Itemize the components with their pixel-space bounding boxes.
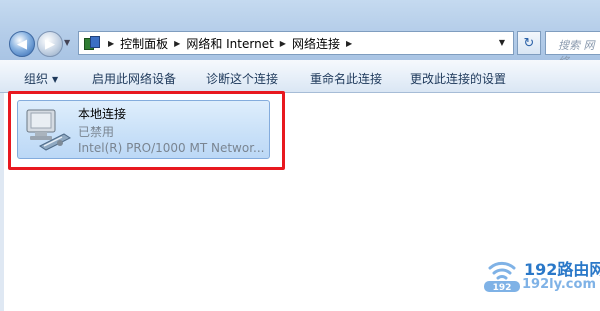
back-button[interactable]: ◀ [9, 31, 35, 57]
breadcrumb-control-panel[interactable]: 控制面板 [120, 35, 168, 52]
breadcrumb-separator-icon[interactable]: ▶ [174, 39, 180, 48]
search-input[interactable]: 搜索 网络 [545, 31, 600, 68]
breadcrumb-separator-icon[interactable]: ▶ [346, 39, 352, 48]
watermark-badge-text: 192 [493, 283, 512, 293]
refresh-icon: ↻ [523, 35, 535, 51]
recent-pages-dropdown-icon[interactable]: ▼ [64, 38, 70, 47]
enable-device-button[interactable]: 启用此网络设备 [92, 70, 176, 87]
control-panel-icon [84, 36, 100, 50]
navigation-pane-edge [0, 93, 4, 311]
address-bar[interactable]: ▶ 控制面板 ▶ 网络和 Internet ▶ 网络连接 ▶ ▼ [78, 31, 514, 55]
diagnose-button[interactable]: 诊断这个连接 [206, 70, 278, 87]
breadcrumb-separator-icon[interactable]: ▶ [108, 39, 114, 48]
address-history-dropdown-icon[interactable]: ▼ [499, 38, 505, 47]
chevron-down-icon: ▼ [52, 75, 59, 84]
wifi-logo-icon: 192 [484, 261, 520, 293]
change-settings-button[interactable]: 更改此连接的设置 [410, 70, 506, 87]
breadcrumb-network-internet[interactable]: 网络和 Internet [186, 35, 273, 52]
breadcrumb-network-connections[interactable]: 网络连接 [292, 35, 340, 52]
watermark: 192 192路由网 192ly.com [482, 254, 600, 296]
organize-label: 组织 [24, 72, 49, 86]
watermark-url: 192ly.com [522, 277, 596, 292]
refresh-button[interactable]: ↻ [517, 31, 541, 55]
forward-button[interactable]: ▶ [37, 31, 63, 57]
arrow-left-icon: ◀ [17, 36, 27, 52]
title-bar: ◀ ▶ ▼ ▶ 控制面板 ▶ 网络和 Internet ▶ 网络连接 ▶ ▼ ↻… [0, 0, 600, 68]
command-toolbar: 组织 ▼ 启用此网络设备 诊断这个连接 重命名此连接 更改此连接的设置 [0, 60, 600, 93]
organize-menu[interactable]: 组织 ▼ [24, 70, 58, 87]
arrow-right-icon: ▶ [45, 36, 55, 52]
breadcrumb-separator-icon[interactable]: ▶ [280, 39, 286, 48]
rename-button[interactable]: 重命名此连接 [310, 70, 382, 87]
red-highlight-box [8, 91, 285, 170]
